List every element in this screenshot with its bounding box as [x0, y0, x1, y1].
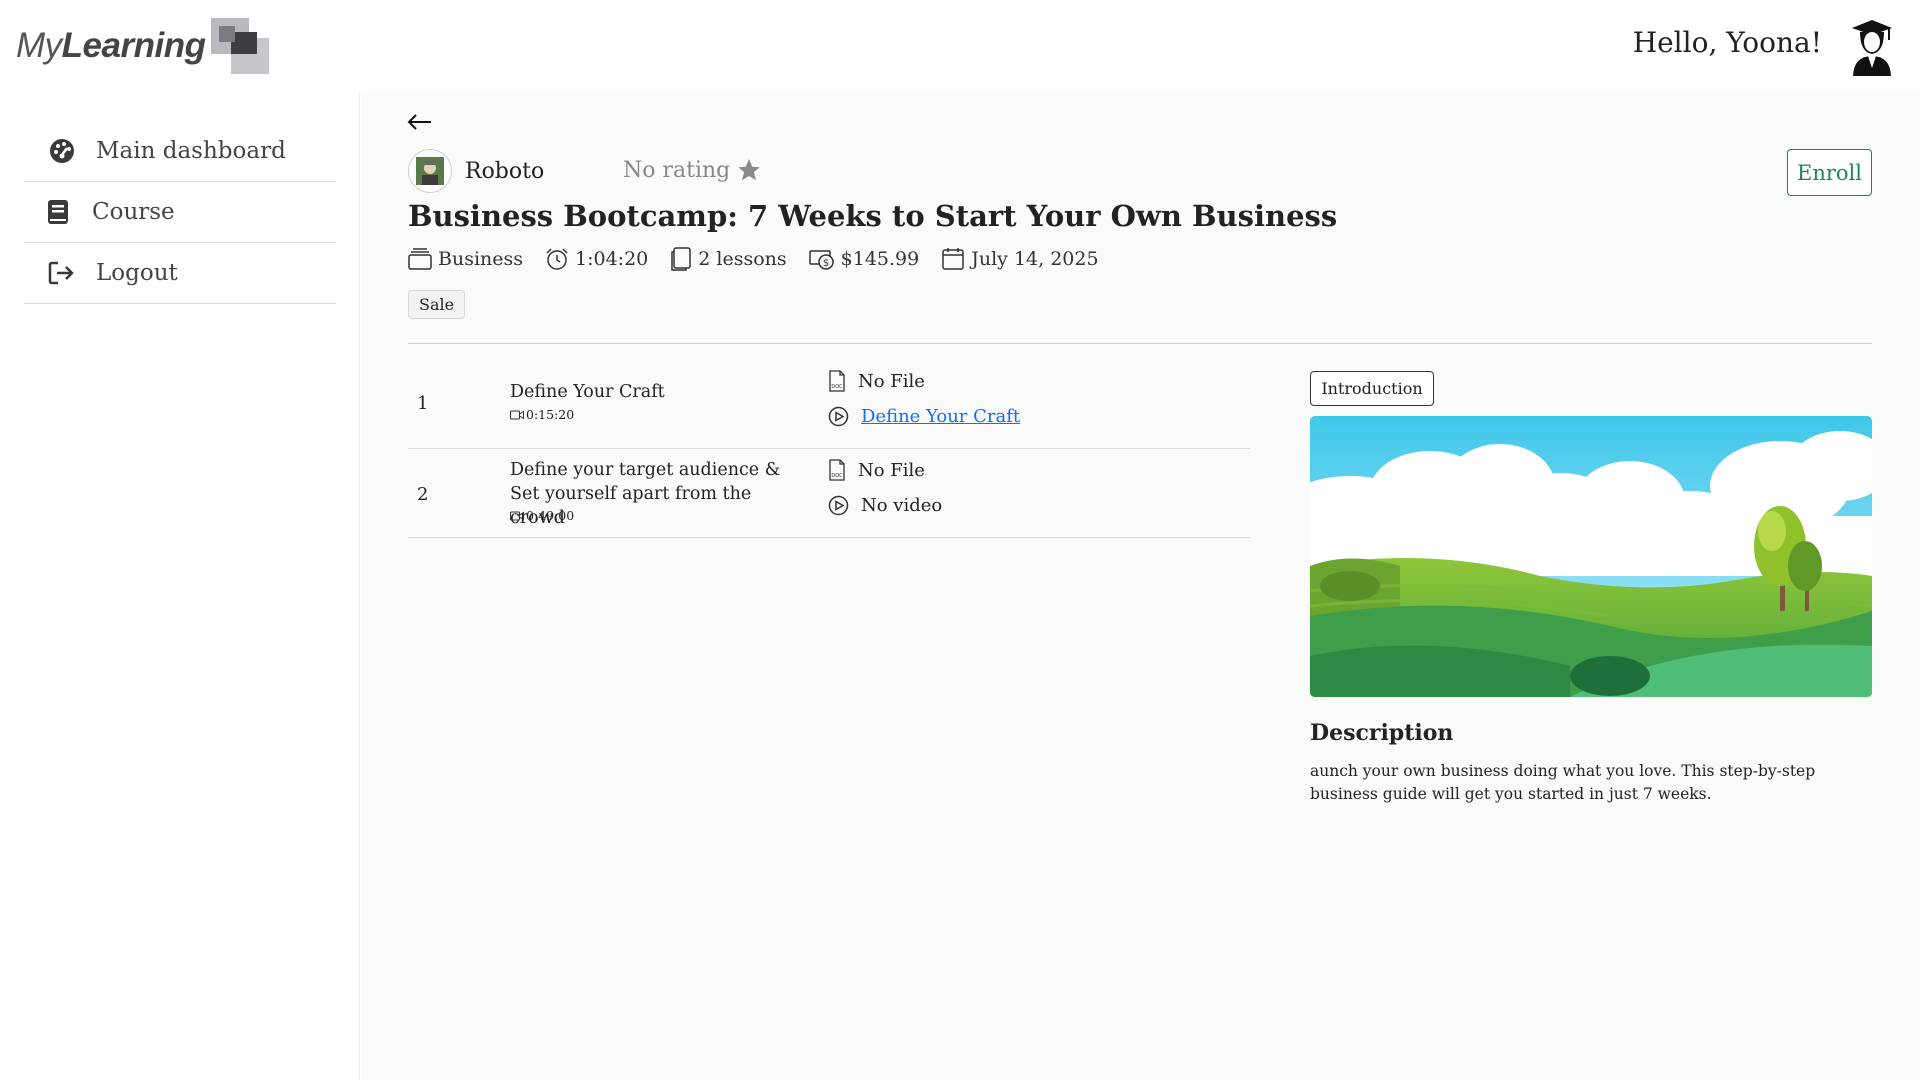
lesson-file: DOC No File	[828, 370, 925, 392]
lesson-file: DOC No File	[828, 459, 925, 481]
lessons-icon	[671, 247, 692, 271]
video-camera-icon	[510, 511, 524, 520]
lesson-video: No video	[828, 495, 942, 516]
meta-price: $ $145.99	[808, 247, 919, 271]
lesson-title: Define Your Craft	[510, 382, 665, 402]
table-row: 1 Define Your Craft 0:15:20 DOC No File	[408, 361, 1250, 449]
sidebar-item-label: Logout	[96, 260, 178, 286]
lesson-video-link[interactable]: Define Your Craft	[861, 406, 1020, 427]
meta-date: July 14, 2025	[941, 247, 1099, 271]
dashboard-icon	[46, 138, 78, 164]
svg-text:DOC: DOC	[831, 473, 843, 479]
course-title: Business Bootcamp: 7 Weeks to Start Your…	[408, 199, 1338, 233]
sidebar-item-label: Main dashboard	[96, 138, 286, 164]
star-icon	[738, 159, 761, 181]
description-heading: Description	[1310, 720, 1454, 746]
svg-text:$: $	[822, 258, 828, 269]
author-info: Roboto	[408, 149, 544, 193]
logo[interactable]: MyLearning	[16, 18, 270, 74]
lesson-duration: 0:15:20	[510, 407, 574, 422]
lesson-video-text: No video	[861, 495, 943, 516]
divider	[408, 343, 1872, 344]
top-bar: MyLearning Hello, Yoona!	[0, 0, 1920, 91]
rating: No rating	[623, 157, 762, 183]
sidebar-item-main-dashboard[interactable]: Main dashboard	[24, 121, 336, 182]
book-icon	[42, 199, 74, 225]
author-avatar	[408, 149, 452, 193]
play-circle-icon	[828, 495, 849, 516]
lesson-video: Define Your Craft	[828, 406, 1020, 427]
price-icon: $	[808, 250, 834, 270]
sidebar-item-logout[interactable]: Logout	[24, 243, 336, 304]
meta-lessons: 2 lessons	[670, 247, 787, 271]
author-name: Roboto	[465, 158, 545, 184]
rating-text: No rating	[623, 157, 731, 183]
category-icon	[408, 248, 432, 270]
enroll-button[interactable]: Enroll	[1787, 149, 1872, 196]
meta-category: Business	[408, 248, 523, 270]
table-row: 2 Define your target audience & Set your…	[408, 449, 1250, 538]
video-camera-icon	[510, 410, 524, 419]
lesson-number: 2	[417, 484, 429, 505]
course-meta: Business 1:04:20 2 lessons $ $145.99 Jul…	[408, 247, 1121, 271]
doc-file-icon: DOC	[829, 459, 845, 481]
logo-text: MyLearning	[16, 26, 206, 65]
logout-icon	[46, 261, 78, 285]
sale-badge: Sale	[408, 290, 466, 319]
lesson-number: 1	[417, 393, 429, 414]
back-arrow-icon[interactable]	[405, 107, 435, 137]
main-content: Roboto No rating Enroll Business Bootcam…	[361, 91, 1920, 1080]
user-avatar-icon[interactable]	[1848, 18, 1896, 76]
greeting-text: Hello, Yoona!	[1632, 26, 1822, 59]
alarm-clock-icon	[546, 248, 568, 270]
svg-text:DOC: DOC	[831, 384, 843, 390]
calendar-icon	[942, 248, 964, 270]
sidebar-item-course[interactable]: Course	[24, 182, 336, 243]
meta-duration: 1:04:20	[545, 247, 648, 271]
play-circle-icon	[828, 406, 849, 427]
description-text: aunch your own business doing what you l…	[1310, 762, 1816, 803]
lesson-duration: 0:49:00	[510, 508, 574, 523]
lessons-table: 1 Define Your Craft 0:15:20 DOC No File	[408, 361, 1250, 538]
logo-mark-icon	[211, 18, 270, 74]
introduction-button[interactable]: Introduction	[1310, 371, 1434, 406]
doc-file-icon: DOC	[829, 370, 845, 392]
sidebar-item-label: Course	[92, 199, 175, 225]
course-thumbnail	[1310, 416, 1872, 697]
sidebar: Main dashboard Course Logout	[0, 91, 360, 1080]
